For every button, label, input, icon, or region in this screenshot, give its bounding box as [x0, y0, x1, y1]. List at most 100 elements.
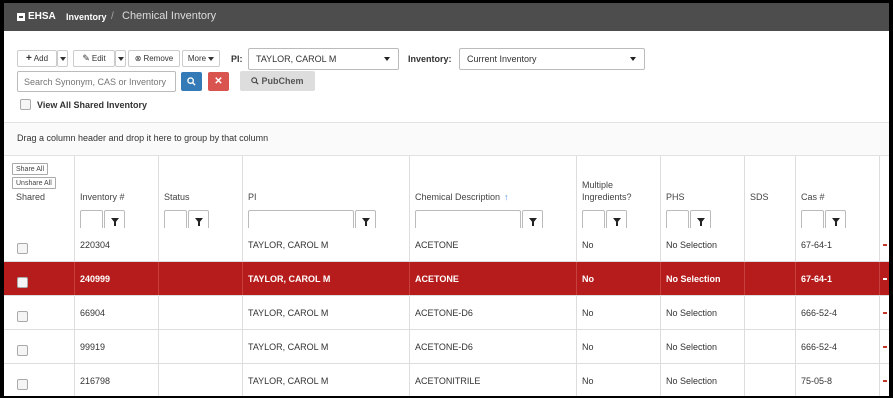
cell-chemical: ACETONE [410, 228, 577, 261]
column-title: Cas # [801, 192, 825, 202]
view-all-shared-checkbox[interactable] [20, 99, 31, 110]
cell-inventory: 66904 [75, 296, 159, 329]
column-header-chemical-description[interactable]: Chemical Description ↑ [410, 156, 577, 236]
circle-x-icon: ⊗ [134, 54, 142, 63]
edit-button[interactable]: ✎ Edit [73, 50, 115, 67]
cell-cas: 67-64-1 [796, 228, 880, 261]
column-header-status[interactable]: Status [159, 156, 243, 236]
column-header-multiple-ingredients[interactable]: Multiple Ingredients? [577, 156, 661, 236]
filter-icon [194, 218, 203, 226]
edit-dropdown-button[interactable] [115, 50, 126, 67]
column-header-overflow [880, 156, 889, 236]
brand-label: EHSA [28, 11, 56, 22]
column-header-shared: Share All Unshare All Shared [4, 156, 75, 236]
cell-phs: No Selection [661, 262, 745, 295]
table-row[interactable]: 66904 TAYLOR, CAROL M ACETONE-D6 No No Selec… [4, 296, 889, 330]
cell-cas: 666-52-4 [796, 330, 880, 363]
inventory-label: Inventory: [408, 54, 452, 64]
filter-icon [831, 218, 840, 226]
pi-label: PI: [231, 54, 243, 64]
breadcrumb-separator: / [111, 11, 114, 22]
chevron-down-icon [208, 56, 215, 61]
cell-sds [745, 262, 796, 295]
column-header-phs[interactable]: PHS [661, 156, 745, 236]
table-row[interactable]: 216798 TAYLOR, CAROL M ACETONITRILE No No Se… [4, 364, 889, 396]
search-input[interactable] [17, 71, 176, 92]
clear-search-button[interactable]: ✕ [208, 72, 229, 91]
group-drop-area[interactable]: Drag a column header and drop it here to… [4, 122, 889, 156]
brand[interactable]: EHSA [17, 11, 56, 22]
cell-pi: TAYLOR, CAROL M [243, 262, 410, 295]
filter-icon [361, 218, 370, 226]
row-shared-checkbox[interactable] [17, 277, 28, 288]
page-title: Chemical Inventory [122, 10, 217, 22]
overflow-indicator [883, 346, 887, 348]
shared-cell [4, 228, 75, 261]
row-shared-checkbox[interactable] [17, 311, 28, 322]
cell-status [159, 330, 243, 363]
chevron-down-icon [117, 56, 124, 61]
column-header-pi[interactable]: PI [243, 156, 410, 236]
filter-icon [528, 218, 537, 226]
unshare-all-button[interactable]: Unshare All [12, 177, 56, 189]
pubchem-button[interactable]: PubChem [240, 71, 315, 91]
shared-cell [4, 262, 75, 295]
table-row[interactable]: 220304 TAYLOR, CAROL M ACETONE No No Selecti… [4, 228, 889, 262]
filter-icon [110, 218, 119, 226]
cell-pi: TAYLOR, CAROL M [243, 296, 410, 329]
table-row[interactable]: 99919 TAYLOR, CAROL M ACETONE-D6 No No Selec… [4, 330, 889, 364]
pubchem-label: PubChem [261, 76, 304, 86]
search-button[interactable] [181, 72, 202, 91]
cell-phs: No Selection [661, 228, 745, 261]
chevron-down-icon [59, 56, 66, 61]
row-shared-checkbox[interactable] [17, 379, 28, 390]
column-header-cas[interactable]: Cas # [796, 156, 880, 236]
filter-icon [696, 218, 705, 226]
inventory-select[interactable]: Current Inventory [459, 48, 645, 70]
add-button[interactable]: + Add [17, 50, 57, 67]
cell-sds [745, 364, 796, 396]
share-all-button[interactable]: Share All [12, 163, 49, 175]
row-shared-checkbox[interactable] [17, 243, 28, 254]
cell-inventory: 220304 [75, 228, 159, 261]
group-hint: Drag a column header and drop it here to… [17, 133, 269, 143]
pencil-icon: ✎ [82, 53, 90, 63]
app-logo-icon [17, 12, 25, 21]
cell-chemical: ACETONE-D6 [410, 296, 577, 329]
app-window: EHSA Inventory / Chemical Inventory + Ad… [4, 3, 889, 396]
overflow-indicator [883, 380, 887, 382]
cell-inventory: 216798 [75, 364, 159, 396]
add-dropdown-button[interactable] [57, 50, 68, 67]
column-title: Status [164, 192, 190, 202]
column-header-sds[interactable]: SDS [745, 156, 796, 236]
more-button-label: More [187, 54, 207, 63]
search-icon [187, 77, 196, 86]
chevron-down-icon [384, 57, 390, 61]
row-shared-checkbox[interactable] [17, 345, 28, 356]
cell-multiple: No [577, 262, 661, 295]
cell-cas: 67-64-1 [796, 262, 880, 295]
column-title: Multiple Ingredients? [582, 180, 632, 202]
more-button[interactable]: More [182, 50, 220, 67]
remove-button[interactable]: ⊗ Remove [128, 50, 180, 67]
table-row[interactable]: 240999 TAYLOR, CAROL M ACETONE No No Selecti… [4, 262, 889, 296]
view-all-shared-toggle[interactable]: View All Shared Inventory [20, 99, 147, 110]
cell-pi: TAYLOR, CAROL M [243, 228, 410, 261]
inventory-grid: Share All Unshare All Shared Inventory #… [4, 156, 889, 396]
inventory-select-value: Current Inventory [467, 54, 537, 64]
shared-cell [4, 364, 75, 396]
cell-sds [745, 330, 796, 363]
cell-phs: No Selection [661, 364, 745, 396]
search-icon [251, 77, 260, 85]
cell-multiple: No [577, 364, 661, 396]
edit-button-label: Edit [91, 54, 106, 63]
overflow-indicator [883, 244, 887, 246]
pi-select[interactable]: TAYLOR, CAROL M [248, 48, 399, 70]
cell-pi: TAYLOR, CAROL M [243, 364, 410, 396]
shared-cell [4, 330, 75, 363]
overflow-indicator [883, 278, 887, 280]
overflow-indicator [883, 312, 887, 314]
column-header-inventory[interactable]: Inventory # [75, 156, 159, 236]
shared-cell [4, 296, 75, 329]
breadcrumb-inventory[interactable]: Inventory [66, 12, 107, 22]
